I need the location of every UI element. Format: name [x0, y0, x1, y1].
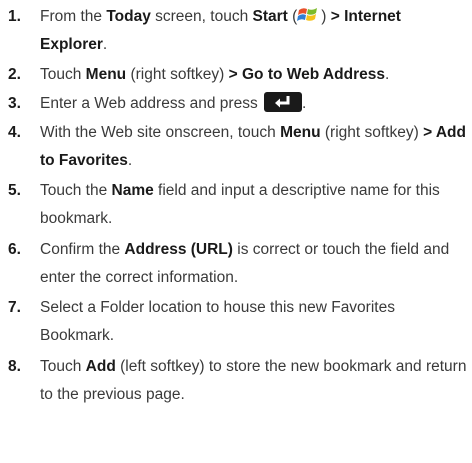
step-text: Touch Add (left softkey) to store the ne…	[40, 358, 467, 403]
step-3: 3. Enter a Web address and press .	[0, 90, 468, 118]
step-number: 1.	[8, 8, 21, 25]
step-number: 5.	[8, 182, 21, 199]
step-text: Confirm the Address (URL) is correct or …	[40, 241, 450, 286]
step-text: With the Web site onscreen, touch Menu (…	[40, 124, 466, 169]
step-text: Select a Folder location to house this n…	[40, 299, 395, 344]
step-7: 7. Select a Folder location to house thi…	[0, 294, 468, 350]
step-number: 4.	[8, 124, 21, 141]
step-6: 6. Confirm the Address (URL) is correct …	[0, 236, 468, 292]
step-text: Touch the Name field and input a descrip…	[40, 182, 440, 227]
step-5: 5. Touch the Name field and input a desc…	[0, 177, 468, 233]
step-text: Touch Menu (right softkey) > Go to Web A…	[40, 66, 390, 83]
step-4: 4. With the Web site onscreen, touch Men…	[0, 119, 468, 175]
step-text: Enter a Web address and press .	[40, 90, 468, 118]
step-number: 6.	[8, 241, 21, 258]
enter-key-icon	[264, 92, 303, 112]
step-1: 1. From the Today screen, touch Start ( …	[0, 3, 468, 59]
instruction-list: 1. From the Today screen, touch Start ( …	[0, 0, 472, 463]
step-number: 8.	[8, 358, 21, 375]
step-number: 7.	[8, 299, 21, 316]
step-2: 2. Touch Menu (right softkey) > Go to We…	[0, 61, 468, 89]
step-number: 3.	[8, 95, 21, 112]
step-8: 8. Touch Add (left softkey) to store the…	[0, 353, 468, 409]
windows-start-icon	[297, 5, 321, 25]
step-text: From the Today screen, touch Start ( ) >…	[40, 3, 468, 59]
step-number: 2.	[8, 66, 21, 83]
